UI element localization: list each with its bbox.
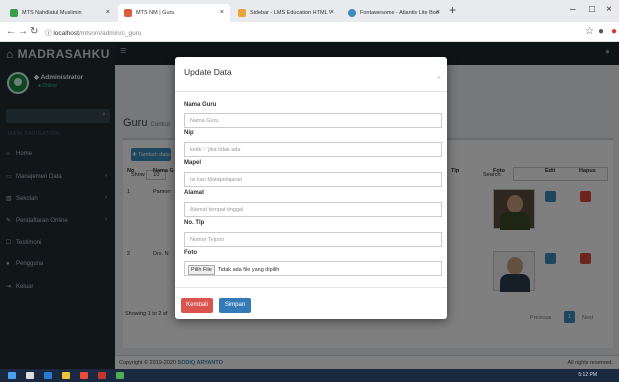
browser-tab-1[interactable]: MTS Nahdlatul Muslimin × <box>4 4 116 22</box>
url-field[interactable]: ⓘ localhost/mtsnm/admin/c_guru <box>45 27 141 37</box>
field-label: Nip <box>184 130 194 136</box>
browser-tabbar: MTS Nahdlatul Muslimin × MTS NM | Guru ×… <box>0 0 619 22</box>
update-modal: Update Data × Nama Guru Nama Guru Nip ke… <box>175 57 447 319</box>
nip-input[interactable]: ketik '-' jika tidak ada <box>184 142 442 157</box>
field-label: Nama Guru <box>184 102 217 108</box>
clock[interactable]: 5:12 PM <box>578 372 597 378</box>
reload-icon[interactable]: ↻ <box>30 26 38 37</box>
app-icon[interactable] <box>80 372 88 379</box>
close-icon[interactable]: × <box>437 75 441 82</box>
file-status: Tidak ada file yang dipilih <box>217 267 280 273</box>
field-label: Mapel <box>184 160 202 166</box>
chrome-icon[interactable] <box>116 372 124 379</box>
windows-start-icon[interactable] <box>8 372 16 379</box>
close-icon[interactable]: × <box>106 9 110 16</box>
explorer-icon[interactable] <box>62 372 70 379</box>
field-label: No. Tlp <box>184 220 205 226</box>
close-icon[interactable]: × <box>436 9 440 16</box>
save-button[interactable]: Simpan <box>219 298 251 313</box>
browser-tab-label: MTS Nahdlatul Muslimin <box>22 10 82 16</box>
browser-tab-2[interactable]: MTS NM | Guru × <box>118 4 230 22</box>
telpon-input[interactable]: Nomor Telpon <box>184 232 442 247</box>
site-favicon-icon <box>124 9 132 17</box>
forward-arrow-icon[interactable]: → <box>18 26 28 37</box>
mapel-input[interactable]: Isi kan Matapelajaran <box>184 172 442 187</box>
task-view-icon[interactable] <box>26 372 34 379</box>
nama-guru-input[interactable]: Nama Guru <box>184 113 442 128</box>
site-favicon-icon <box>348 9 356 17</box>
back-arrow-icon[interactable]: ← <box>6 26 16 37</box>
alamat-input[interactable]: Alamat tempat tinggal <box>184 202 442 217</box>
back-button[interactable]: Kembali <box>181 298 213 313</box>
site-favicon-icon <box>238 9 246 17</box>
site-favicon-icon <box>10 9 18 17</box>
url-host: localhost <box>53 30 79 37</box>
browser-tab-4[interactable]: Fontawesome - Atlantis Lite Boo × <box>342 4 446 22</box>
app-icon[interactable] <box>98 372 106 379</box>
browser-tab-label: Fontawesome - Atlantis Lite Boo <box>360 10 439 16</box>
choose-file-button[interactable]: Pilih File <box>188 265 215 275</box>
photo-file-input[interactable]: Pilih File Tidak ada file yang dipilih <box>184 261 442 276</box>
new-tab-icon[interactable]: + <box>449 3 456 17</box>
field-label: Foto <box>184 250 197 256</box>
close-icon[interactable]: × <box>220 9 224 16</box>
url-path: /mtsnm/admin/c_guru <box>78 30 142 37</box>
field-label: Alamat <box>184 190 205 196</box>
edge-icon[interactable] <box>44 372 52 379</box>
divider <box>175 287 447 288</box>
browser-tab-3[interactable]: Sidebar - LMS Education HTML \ × <box>232 4 340 22</box>
window-close-icon[interactable]: × <box>606 4 612 15</box>
browser-tab-label: Sidebar - LMS Education HTML \ <box>250 10 331 16</box>
modal-title: Update Data <box>184 67 232 77</box>
maximize-icon[interactable]: □ <box>589 4 595 15</box>
bookmark-star-icon[interactable]: ☆ <box>585 26 594 37</box>
profile-icon[interactable]: ● <box>598 26 604 37</box>
close-icon[interactable]: × <box>330 9 334 16</box>
minimize-icon[interactable]: – <box>570 4 576 15</box>
divider <box>175 91 447 92</box>
os-taskbar: 5:12 PM <box>0 369 619 382</box>
address-bar: ← → ↻ ⓘ localhost/mtsnm/admin/c_guru ☆ ●… <box>0 22 619 42</box>
browser-tab-label: MTS NM | Guru <box>136 10 175 16</box>
menu-icon[interactable]: ● <box>611 26 617 37</box>
